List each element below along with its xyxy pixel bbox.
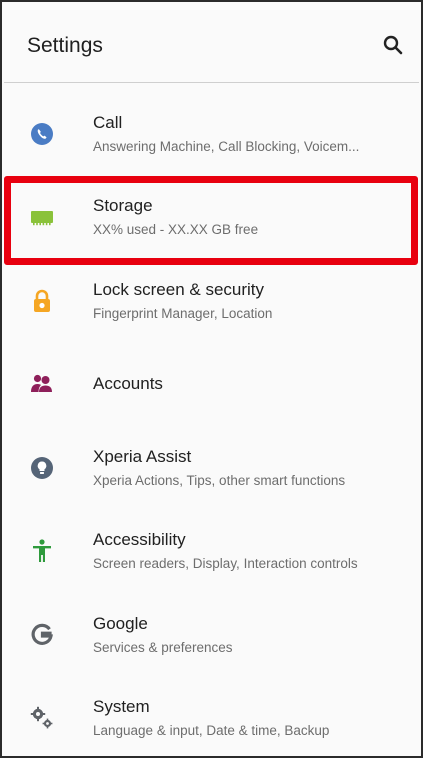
settings-item-summary: Language & input, Date & time, Backup [93, 721, 409, 740]
settings-item-label: Lock screen & security [93, 279, 409, 301]
settings-item-storage[interactable]: Storage XX% used - XX.XX GB free [4, 176, 419, 260]
storage-icon [28, 203, 56, 231]
settings-item-summary: Xperia Actions, Tips, other smart functi… [93, 471, 409, 490]
settings-item-label: System [93, 696, 409, 718]
settings-item-accounts[interactable]: Accounts [4, 343, 419, 427]
settings-item-label: Storage [93, 195, 409, 217]
settings-item-label: Call [93, 112, 409, 134]
settings-item-label: Google [93, 613, 409, 635]
app-bar: Settings [4, 4, 419, 83]
settings-item-label: Accounts [93, 373, 409, 395]
phone-icon [28, 120, 56, 148]
settings-item-summary: Services & preferences [93, 638, 409, 657]
settings-item-summary: Screen readers, Display, Interaction con… [93, 554, 409, 573]
settings-list: Call Answering Machine, Call Blocking, V… [4, 92, 419, 760]
settings-item-summary: Fingerprint Manager, Location [93, 304, 409, 323]
settings-item-system[interactable]: System Language & input, Date & time, Ba… [4, 677, 419, 760]
accessibility-icon [28, 537, 56, 565]
settings-item-lock-screen[interactable]: Lock screen & security Fingerprint Manag… [4, 259, 419, 343]
accounts-icon [28, 370, 56, 398]
settings-screen: Settings Call Answering Machine, Call Bl… [0, 0, 423, 758]
settings-item-summary: XX% used - XX.XX GB free [93, 220, 409, 239]
settings-item-summary: Answering Machine, Call Blocking, Voicem… [93, 137, 409, 156]
lock-icon [28, 287, 56, 315]
page-title: Settings [27, 34, 103, 58]
settings-item-call[interactable]: Call Answering Machine, Call Blocking, V… [4, 92, 419, 176]
settings-item-accessibility[interactable]: Accessibility Screen readers, Display, I… [4, 510, 419, 594]
search-icon[interactable] [381, 33, 405, 57]
settings-item-xperia-assist[interactable]: Xperia Assist Xperia Actions, Tips, othe… [4, 426, 419, 510]
system-gears-icon [28, 704, 56, 732]
google-icon [28, 621, 56, 649]
settings-item-label: Xperia Assist [93, 446, 409, 468]
settings-item-google[interactable]: Google Services & preferences [4, 593, 419, 677]
lightbulb-icon [28, 454, 56, 482]
settings-item-label: Accessibility [93, 529, 409, 551]
